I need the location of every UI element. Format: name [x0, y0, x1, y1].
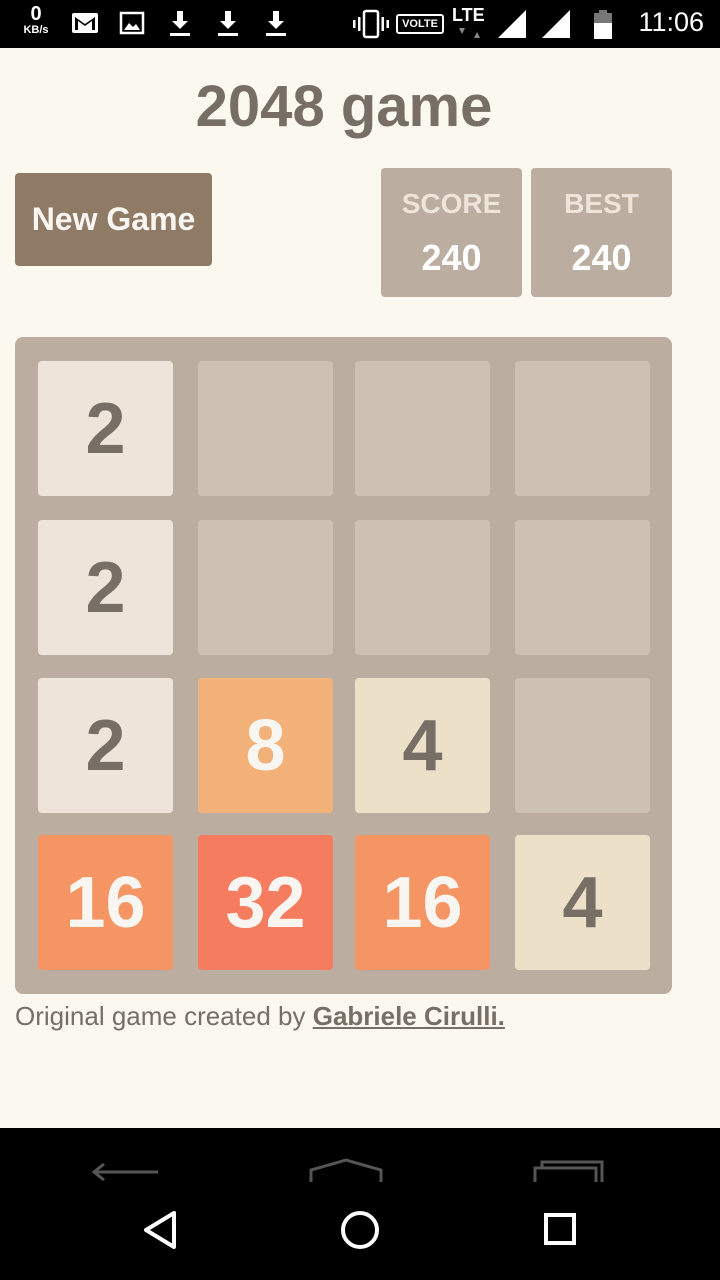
tile: 4 — [355, 678, 490, 813]
best-label: BEST — [564, 188, 639, 219]
image-icon — [119, 11, 145, 35]
best-value: 240 — [571, 237, 632, 278]
tile: 2 — [38, 520, 173, 655]
tile: 16 — [38, 835, 173, 970]
download-icon — [170, 11, 190, 36]
network-speed-unit: KB/s — [23, 24, 49, 36]
network-speed: 0 KB/s — [16, 4, 56, 36]
grid-cell — [355, 520, 490, 655]
tile: 8 — [198, 678, 333, 813]
tile: 4 — [515, 835, 650, 970]
battery-icon — [594, 10, 612, 39]
vibrate-icon — [353, 9, 389, 39]
signal-icon — [498, 10, 526, 38]
back-ghost-icon — [91, 1162, 158, 1182]
best-box: BEST 240 — [531, 168, 672, 297]
score-box: SCORE 240 — [381, 168, 522, 297]
volte-badge: VOLTE — [396, 14, 444, 34]
credit-text: Original game created by — [15, 1001, 313, 1031]
score-label: SCORE — [401, 188, 502, 219]
network-type: LTE — [452, 5, 485, 25]
recents-icon[interactable] — [540, 1208, 580, 1252]
download-icon — [266, 11, 286, 36]
tile: 32 — [198, 835, 333, 970]
grid-cell — [355, 361, 490, 496]
score-value: 240 — [421, 237, 482, 278]
grid-cell — [198, 520, 333, 655]
download-icon — [218, 11, 238, 36]
tile: 2 — [38, 361, 173, 496]
navigation-bar — [0, 1128, 720, 1280]
gmail-icon — [72, 13, 98, 33]
status-bar: 0 KB/s VOLTE LTE 11:06 — [0, 0, 720, 48]
home-ghost-icon — [309, 1158, 383, 1182]
data-activity-icon — [459, 28, 480, 38]
signal-icon — [542, 10, 570, 38]
clock: 11:06 — [638, 7, 704, 37]
tile: 16 — [355, 835, 490, 970]
grid-cell — [515, 520, 650, 655]
credit-line: Original game created by Gabriele Cirull… — [15, 998, 505, 1034]
home-icon[interactable] — [338, 1208, 382, 1252]
grid-cell — [198, 361, 333, 496]
recents-ghost-icon — [533, 1160, 604, 1182]
game-board[interactable]: 2 2 2 8 4 16 32 16 4 — [15, 337, 672, 994]
new-game-button[interactable]: New Game — [15, 173, 212, 266]
network-speed-value: 0 — [30, 3, 42, 25]
game-title: 2048 game — [195, 74, 493, 139]
tile: 2 — [38, 678, 173, 813]
grid-cell — [515, 678, 650, 813]
author-link[interactable]: Gabriele Cirulli. — [313, 1001, 505, 1031]
grid-cell — [515, 361, 650, 496]
back-icon[interactable] — [140, 1208, 180, 1252]
